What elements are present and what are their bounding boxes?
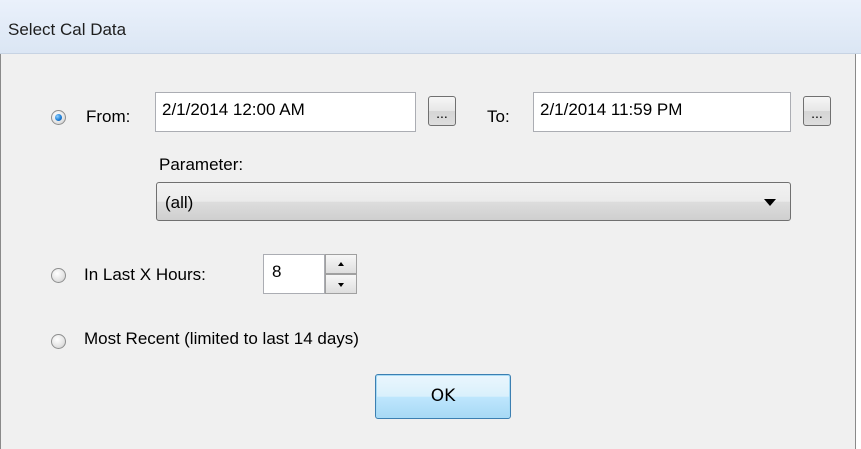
hours-stepper: 8 [263, 254, 357, 294]
most-recent-label: Most Recent (limited to last 14 days) [84, 329, 359, 348]
from-date-input[interactable]: 2/1/2014 12:00 AM [155, 92, 416, 132]
from-range-radio[interactable] [51, 110, 66, 125]
parameter-dropdown[interactable]: (all) [156, 182, 791, 221]
down-arrow-icon [338, 283, 344, 287]
parameter-label: Parameter: [159, 155, 244, 174]
to-label: To: [487, 107, 510, 126]
parameter-selected-value: (all) [165, 193, 194, 212]
hours-increment-button[interactable] [325, 254, 357, 274]
hours-input[interactable]: 8 [263, 254, 325, 294]
ok-button[interactable]: OK [375, 374, 511, 419]
from-label: From: [86, 107, 131, 126]
up-arrow-icon [338, 262, 344, 266]
radio-selected-dot [55, 114, 62, 121]
last-hours-label: In Last X Hours: [84, 265, 206, 284]
last-hours-radio[interactable] [51, 268, 66, 283]
most-recent-radio[interactable] [51, 334, 66, 349]
hours-decrement-button[interactable] [325, 274, 357, 294]
dropdown-arrow-icon [764, 199, 776, 206]
to-date-browse-button[interactable]: ... [803, 96, 831, 126]
window-title: Select Cal Data [8, 20, 127, 39]
to-date-input[interactable]: 2/1/2014 11:59 PM [533, 92, 791, 132]
from-date-browse-button[interactable]: ... [428, 96, 456, 126]
title-bar: Select Cal Data [0, 0, 861, 54]
